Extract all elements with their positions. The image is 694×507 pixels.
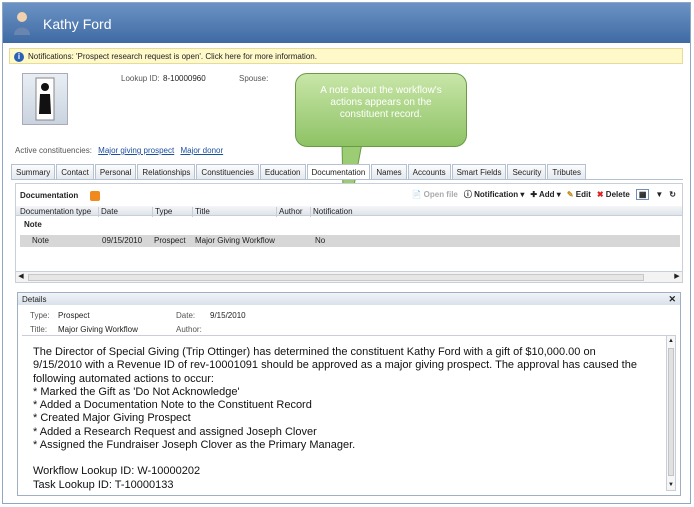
- cell-title: Major Giving Workflow: [195, 236, 275, 245]
- cell-date: 09/15/2010: [102, 236, 143, 245]
- note-line: following automated actions to occur:: [33, 372, 214, 385]
- constituencies-label: Active constituencies:: [15, 146, 92, 155]
- scroll-up-icon[interactable]: ▲: [667, 336, 675, 346]
- constituency-link-major-donor[interactable]: Major donor: [180, 146, 223, 155]
- constituency-link-major-giving-prospect[interactable]: Major giving prospect: [98, 146, 174, 155]
- scroll-down-icon[interactable]: ▼: [667, 480, 675, 490]
- filter-icon[interactable]: ▼: [655, 190, 663, 199]
- documentation-header: Documentation 📄 Open file ⓘ Notification…: [16, 184, 682, 206]
- info-icon: i: [14, 52, 24, 62]
- lookup-label: Lookup ID:: [121, 74, 160, 83]
- note-line: [33, 452, 673, 465]
- note-body: The Director of Special Giving (Trip Ott…: [33, 346, 673, 492]
- close-icon[interactable]: ✕: [668, 294, 676, 305]
- notification-bar[interactable]: i Notifications: 'Prospect research requ…: [9, 48, 683, 64]
- details-title: Details: [22, 295, 47, 304]
- details-header: Details ✕: [18, 293, 680, 305]
- title-bar: Kathy Ford: [3, 3, 690, 43]
- col-documentation-type[interactable]: Documentation type: [18, 207, 91, 217]
- note-line: * Created Major Giving Prospect: [33, 412, 191, 425]
- col-date[interactable]: Date: [98, 207, 118, 217]
- edit-button[interactable]: ✎ Edit: [567, 190, 591, 199]
- silhouette-icon: [35, 77, 55, 121]
- note-line: Workflow Lookup ID: W-10000202: [33, 465, 201, 478]
- add-dropdown[interactable]: ✚ Add ▾: [530, 190, 560, 199]
- scroll-left-icon[interactable]: ◀: [16, 272, 26, 282]
- tab-smart-fields[interactable]: Smart Fields: [451, 164, 507, 179]
- tab-accounts[interactable]: Accounts: [407, 164, 451, 179]
- rss-icon[interactable]: [90, 191, 100, 201]
- col-title[interactable]: Title: [192, 207, 210, 217]
- date-label: Date:: [176, 311, 196, 320]
- note-line: * Marked the Gift as 'Do Not Acknowledge…: [33, 385, 240, 398]
- details-separator: [22, 335, 670, 336]
- callout-text: A note about the workflow's actions appe…: [320, 85, 442, 120]
- notification-dropdown[interactable]: ⓘ Notification ▾: [464, 189, 524, 200]
- active-constituencies: Active constituencies: Major giving pros…: [15, 146, 223, 155]
- col-notification[interactable]: Notification: [310, 207, 353, 217]
- tab-constituencies[interactable]: Constituencies: [196, 164, 259, 179]
- open-file-button[interactable]: 📄 Open file: [411, 190, 457, 199]
- pencil-icon: ✎: [566, 190, 574, 199]
- delete-button[interactable]: ✖ Delete: [597, 190, 630, 199]
- window-title: Kathy Ford: [43, 16, 112, 32]
- author-label: Author:: [176, 325, 202, 334]
- tab-names[interactable]: Names: [371, 164, 407, 179]
- title-value: Major Giving Workflow: [58, 325, 138, 334]
- col-author[interactable]: Author: [276, 207, 303, 217]
- details-pane: Details ✕ Type: Prospect Date: 9/15/2010…: [17, 292, 681, 496]
- note-line: * Added a Documentation Note to the Cons…: [33, 399, 312, 412]
- cell-notification: No: [315, 236, 326, 245]
- tab-personal[interactable]: Personal: [94, 164, 137, 179]
- constituent-photo: [22, 73, 68, 125]
- note-line: The Director of Special Giving (Trip Ott…: [33, 346, 596, 358]
- group-row: Note: [24, 220, 42, 229]
- lookup-value: 8-10000960: [163, 74, 206, 83]
- notification-text[interactable]: Notifications: 'Prospect research reques…: [28, 52, 317, 61]
- spouse-label: Spouse:: [239, 74, 269, 83]
- tab-divider: [11, 179, 683, 180]
- vertical-scrollbar[interactable]: ▲ ▼: [666, 335, 676, 491]
- documentation-panel: Documentation 📄 Open file ⓘ Notification…: [15, 183, 683, 283]
- col-type[interactable]: Type: [152, 207, 172, 217]
- table-row[interactable]: Note 09/15/2010 Prospect Major Giving Wo…: [20, 235, 680, 247]
- note-line: * Assigned the Fundraiser Joseph Clover …: [33, 439, 356, 452]
- documentation-toolbar: 📄 Open file ⓘ Notification ▾ ✚ Add ▾ ✎ E…: [411, 189, 676, 200]
- columns-icon[interactable]: ▦: [635, 189, 650, 200]
- type-label: Type:: [30, 311, 50, 320]
- type-value: Prospect: [58, 311, 90, 320]
- tab-security[interactable]: Security: [507, 164, 547, 179]
- record-window: Kathy Ford i Notifications: 'Prospect re…: [2, 2, 691, 504]
- person-icon: [14, 12, 30, 35]
- delete-icon: ✖: [596, 190, 604, 199]
- grid-header: Documentation type Date Type Title Autho…: [16, 206, 682, 217]
- add-label: Add: [539, 190, 555, 199]
- title-label: Title:: [30, 325, 48, 334]
- note-line: 9/15/2010 with a Revenue ID of rev-10001…: [33, 359, 637, 372]
- tab-tributes[interactable]: Tributes: [547, 164, 586, 179]
- tab-strip: Summary Contact Personal Relationships C…: [11, 164, 587, 180]
- horizontal-scrollbar[interactable]: ◀ ▶: [15, 271, 683, 283]
- cell-doc-type: Note: [32, 236, 49, 245]
- note-line: Task Lookup ID: T-10000133: [33, 478, 174, 491]
- notification-label: Notification: [474, 190, 519, 199]
- tab-education[interactable]: Education: [259, 164, 306, 179]
- callout-bubble: A note about the workflow's actions appe…: [295, 73, 467, 147]
- date-value: 9/15/2010: [210, 311, 246, 320]
- cell-type: Prospect: [154, 236, 186, 245]
- tab-documentation[interactable]: Documentation: [306, 164, 371, 180]
- tab-relationships[interactable]: Relationships: [137, 164, 196, 179]
- documentation-title: Documentation: [20, 191, 79, 200]
- edit-label: Edit: [575, 190, 591, 199]
- open-file-label: Open file: [423, 190, 458, 199]
- scroll-right-icon[interactable]: ▶: [672, 272, 682, 282]
- tab-summary[interactable]: Summary: [11, 164, 56, 179]
- scroll-thumb[interactable]: [28, 274, 644, 281]
- vertical-scroll-thumb[interactable]: [668, 348, 674, 476]
- note-line: * Added a Research Request and assigned …: [33, 425, 317, 438]
- delete-label: Delete: [605, 190, 630, 199]
- refresh-icon[interactable]: ↻: [669, 190, 676, 199]
- tab-contact[interactable]: Contact: [56, 164, 94, 179]
